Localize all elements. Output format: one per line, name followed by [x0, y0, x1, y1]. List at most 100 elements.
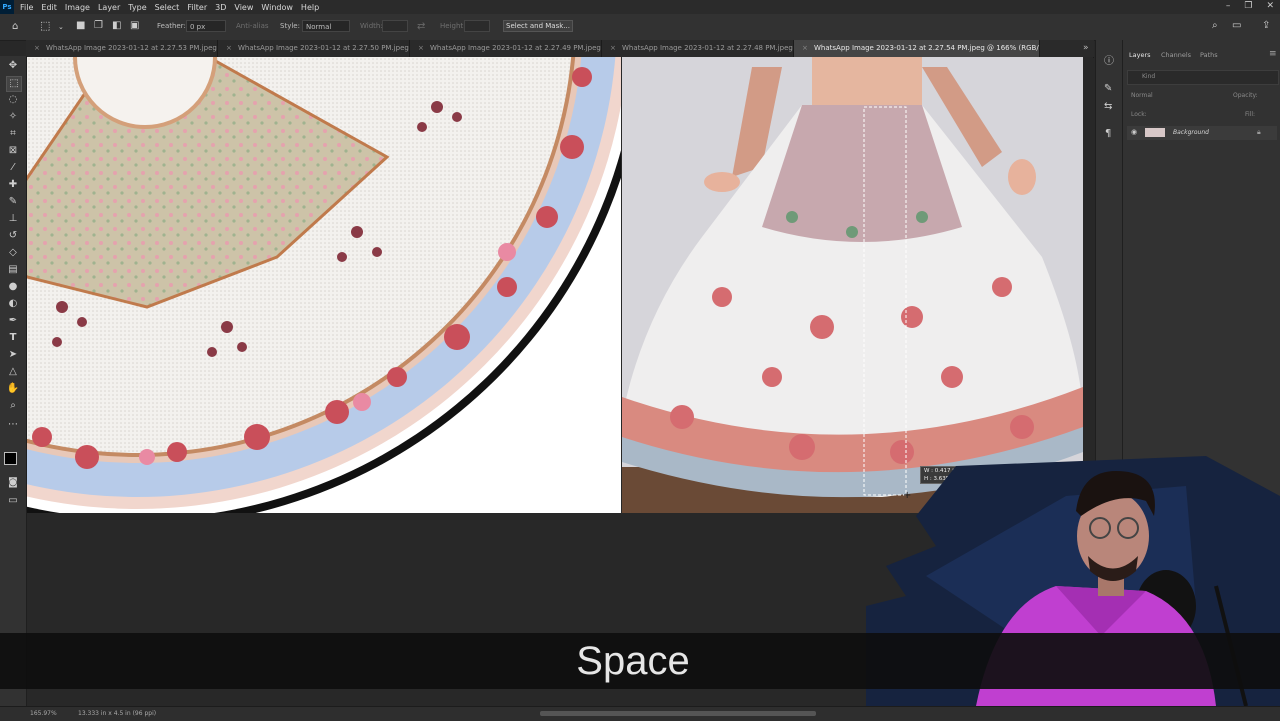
- select-and-mask-button[interactable]: Select and Mask...: [503, 20, 573, 32]
- close-tab-icon[interactable]: ×: [226, 40, 232, 57]
- eraser-tool-icon[interactable]: ◇: [6, 246, 20, 260]
- tab-document-1[interactable]: × WhatsApp Image 2023-01-12 at 2.27.53 PM…: [26, 40, 218, 57]
- tab-document-3[interactable]: × WhatsApp Image 2023-01-12 at 2.27.49 PM…: [410, 40, 602, 57]
- opacity-label: Opacity:: [1233, 92, 1258, 99]
- close-tab-icon[interactable]: ×: [802, 40, 808, 57]
- height-label: Height:: [440, 22, 466, 30]
- eyedropper-tool-icon[interactable]: ⁄: [6, 161, 20, 175]
- close-tab-icon[interactable]: ×: [418, 40, 424, 57]
- menu-window[interactable]: Window: [261, 3, 293, 12]
- close-tab-icon[interactable]: ×: [610, 40, 616, 57]
- path-selection-tool-icon[interactable]: ➤: [6, 348, 20, 362]
- subtract-selection-icon[interactable]: ◧: [112, 21, 121, 31]
- width-input[interactable]: [382, 20, 408, 32]
- menu-file[interactable]: File: [20, 3, 33, 12]
- layer-filter-kind[interactable]: Kind: [1127, 70, 1279, 85]
- zoom-level[interactable]: 165.97%: [30, 710, 57, 717]
- tab-document-2[interactable]: × WhatsApp Image 2023-01-12 at 2.27.50 PM…: [218, 40, 410, 57]
- libraries-panel-icon[interactable]: ⇆: [1104, 102, 1112, 112]
- menu-layer[interactable]: Layer: [98, 3, 120, 12]
- menu-edit[interactable]: Edit: [41, 3, 57, 12]
- tab-overflow-icon[interactable]: »: [1083, 43, 1089, 53]
- clone-stamp-tool-icon[interactable]: ⊥: [6, 212, 20, 226]
- visibility-eye-icon[interactable]: ◉: [1131, 128, 1137, 136]
- menu-view[interactable]: View: [234, 3, 253, 12]
- pen-tool-icon[interactable]: ✒: [6, 314, 20, 328]
- style-select[interactable]: Normal: [302, 20, 350, 32]
- menu-select[interactable]: Select: [155, 3, 180, 12]
- keystroke-caption-band: Space: [0, 633, 1280, 689]
- lock-icon: 🔒︎: [1257, 128, 1261, 136]
- tab-channels[interactable]: Channels: [1161, 51, 1191, 59]
- screen-mode-icon[interactable]: ▭: [6, 494, 20, 508]
- panel-menu-icon[interactable]: ≡: [1269, 49, 1277, 59]
- crop-tool-icon[interactable]: ⌗: [6, 127, 20, 141]
- layer-thumbnail: [1145, 128, 1165, 137]
- blur-tool-icon[interactable]: ●: [6, 280, 20, 294]
- paragraph-panel-icon[interactable]: ¶: [1105, 129, 1111, 139]
- status-bar: 165.97% 13.333 in x 4.5 in (96 ppi): [0, 706, 1280, 721]
- foreground-color-swatch[interactable]: [4, 452, 17, 465]
- menu-type[interactable]: Type: [128, 3, 146, 12]
- add-selection-icon[interactable]: ❐: [94, 21, 103, 31]
- antialias-checkbox-label[interactable]: Anti-alias: [236, 22, 269, 30]
- gradient-tool-icon[interactable]: ▤: [6, 263, 20, 277]
- window-controls: – ❐ ✕: [1226, 1, 1274, 11]
- blend-mode-select[interactable]: Normal: [1131, 92, 1153, 99]
- layer-name: Background: [1173, 129, 1209, 136]
- zoom-tool-icon[interactable]: ⌕: [6, 399, 20, 413]
- menu-image[interactable]: Image: [65, 3, 90, 12]
- new-selection-icon[interactable]: ■: [76, 21, 85, 31]
- keystroke-caption-text: Space: [576, 639, 690, 683]
- rectangular-marquee-tool-icon[interactable]: ⬚: [6, 76, 22, 92]
- adjustments-panel-icon[interactable]: ✎: [1104, 84, 1112, 94]
- workspace-icon[interactable]: ▭: [1232, 21, 1241, 31]
- frame-tool-icon[interactable]: ⊠: [6, 144, 20, 158]
- fill-label: Fill:: [1245, 111, 1256, 118]
- search-icon[interactable]: ⌕: [1212, 21, 1218, 31]
- quick-mask-icon[interactable]: ◙: [6, 476, 20, 490]
- shape-tool-icon[interactable]: △: [6, 365, 20, 379]
- brush-tool-icon[interactable]: ✎: [6, 195, 20, 209]
- swap-dimensions-icon[interactable]: ⇄: [417, 22, 425, 32]
- type-tool-icon[interactable]: T: [6, 331, 20, 345]
- height-input[interactable]: [464, 20, 490, 32]
- tab-document-4[interactable]: × WhatsApp Image 2023-01-12 at 2.27.48 PM…: [602, 40, 794, 57]
- width-label: Width:: [360, 22, 383, 30]
- layer-row-background[interactable]: ◉ Background 🔒︎: [1127, 126, 1277, 140]
- feather-input[interactable]: 0 px: [186, 20, 226, 32]
- intersect-selection-icon[interactable]: ▣: [130, 21, 139, 31]
- menu-bar: Ps File Edit Image Layer Type Select Fil…: [0, 0, 1280, 14]
- healing-brush-tool-icon[interactable]: ✚: [6, 178, 20, 192]
- menu-3d[interactable]: 3D: [215, 3, 226, 12]
- marquee-tool-preset-icon[interactable]: ⬚: [40, 20, 50, 31]
- chevron-down-icon[interactable]: ⌄: [58, 22, 64, 32]
- menu-filter[interactable]: Filter: [187, 3, 207, 12]
- tab-paths[interactable]: Paths: [1200, 51, 1218, 59]
- history-brush-tool-icon[interactable]: ↺: [6, 229, 20, 243]
- lock-label: Lock:: [1131, 111, 1147, 118]
- more-tools-icon[interactable]: ⋯: [6, 418, 20, 432]
- kind-filter-label: Kind: [1142, 73, 1156, 80]
- feather-label: Feather:: [157, 22, 186, 30]
- mandala-artwork: [27, 57, 621, 513]
- horizontal-scrollbar[interactable]: [540, 711, 816, 716]
- close-tab-icon[interactable]: ×: [34, 40, 40, 57]
- lasso-tool-icon[interactable]: ◌: [6, 93, 20, 107]
- restore-button[interactable]: ❐: [1244, 1, 1252, 11]
- minimize-button[interactable]: –: [1226, 1, 1231, 11]
- hand-tool-icon[interactable]: ✋: [6, 382, 20, 396]
- close-button[interactable]: ✕: [1266, 1, 1274, 11]
- home-icon[interactable]: ⌂: [12, 22, 18, 32]
- share-icon[interactable]: ⇪: [1262, 21, 1270, 31]
- dodge-tool-icon[interactable]: ◐: [6, 297, 20, 311]
- menu-help[interactable]: Help: [301, 3, 319, 12]
- move-tool-icon[interactable]: ✥: [6, 59, 20, 73]
- blend-options-row: Normal Opacity:: [1127, 89, 1277, 102]
- tab-layers[interactable]: Layers: [1129, 51, 1151, 59]
- photoshop-logo: Ps: [0, 0, 14, 14]
- properties-panel-icon[interactable]: ⓘ: [1104, 57, 1114, 67]
- style-label: Style:: [280, 22, 300, 30]
- magic-wand-tool-icon[interactable]: ✧: [6, 110, 20, 124]
- tab-document-active[interactable]: × WhatsApp Image 2023-01-12 at 2.27.54 PM…: [794, 40, 1040, 57]
